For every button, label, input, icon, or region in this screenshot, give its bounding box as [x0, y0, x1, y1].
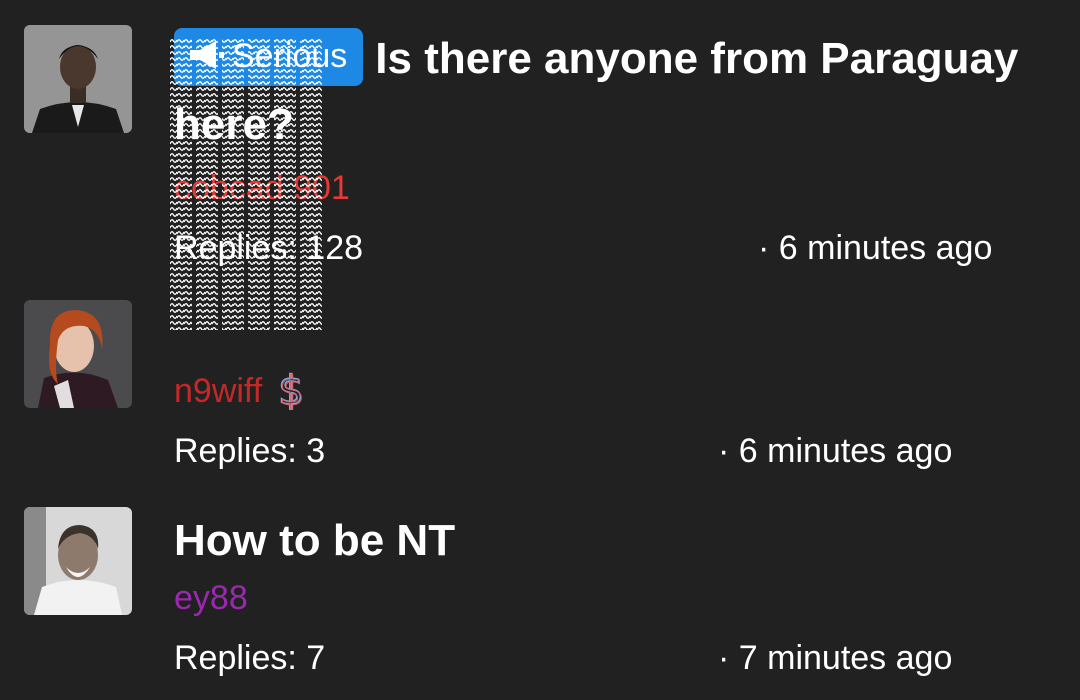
thread-meta: Replies: 3 · 6 minutes ago — [174, 429, 1080, 473]
thread-meta: Replies: 7 · 7 minutes ago — [174, 636, 1080, 680]
thread-list: Serious Is there anyone from Paraguay he… — [0, 0, 1080, 700]
badge-label: Serious — [232, 37, 348, 75]
reply-count: Replies: 128 — [174, 229, 364, 267]
thread-title[interactable]: How to be NT — [174, 508, 1080, 574]
avatar[interactable] — [24, 300, 132, 408]
author-name[interactable]: n9wiff — [174, 372, 262, 410]
svg-text:$: $ — [279, 369, 304, 410]
author-name[interactable]: ey88 — [174, 576, 1080, 620]
serious-badge[interactable]: Serious — [174, 28, 364, 86]
avatar[interactable] — [24, 507, 132, 615]
author-row: n9wiff $ $ — [174, 368, 1080, 413]
author-name[interactable]: cobcad 901 — [174, 166, 1080, 210]
thread-meta: Replies: 128 · 6 minutes ago — [174, 226, 1080, 270]
reply-count: Replies: 7 — [174, 639, 326, 677]
timestamp: · 6 minutes ago — [758, 229, 993, 267]
thread-title[interactable] — [174, 300, 1080, 340]
reply-count: Replies: 3 — [174, 432, 326, 470]
timestamp: · 7 minutes ago — [718, 639, 953, 677]
avatar[interactable] — [24, 25, 132, 133]
dollar-icon: $ $ — [278, 368, 306, 410]
thread-title[interactable]: Serious Is there anyone from Paraguay he… — [174, 26, 1080, 158]
megaphone-icon — [190, 41, 224, 69]
timestamp: · 6 minutes ago — [718, 432, 953, 470]
